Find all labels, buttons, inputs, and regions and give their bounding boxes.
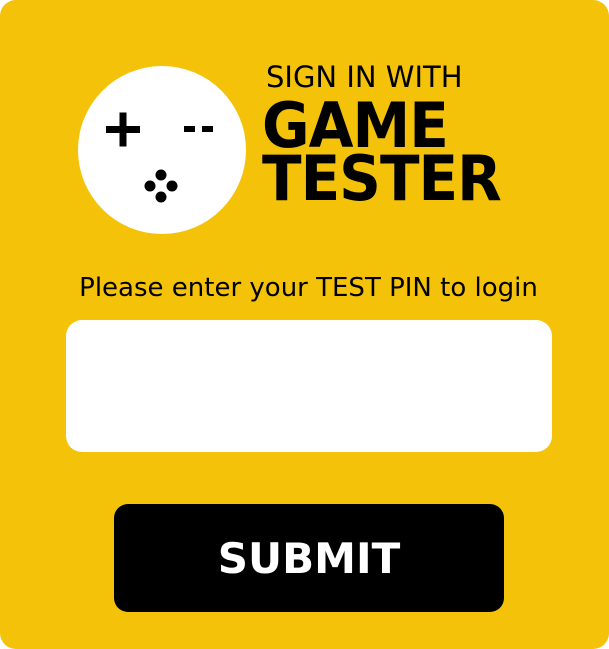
- pin-instruction: Please enter your TEST PIN to login: [79, 273, 538, 303]
- submit-button[interactable]: SUBMIT: [114, 504, 504, 612]
- brand-name-line-2: TESTER: [262, 141, 502, 216]
- pin-input[interactable]: [66, 320, 552, 452]
- gamepad-icon: [78, 66, 246, 234]
- login-card: SIGN IN WITH GAME TESTER Please enter yo…: [0, 0, 609, 649]
